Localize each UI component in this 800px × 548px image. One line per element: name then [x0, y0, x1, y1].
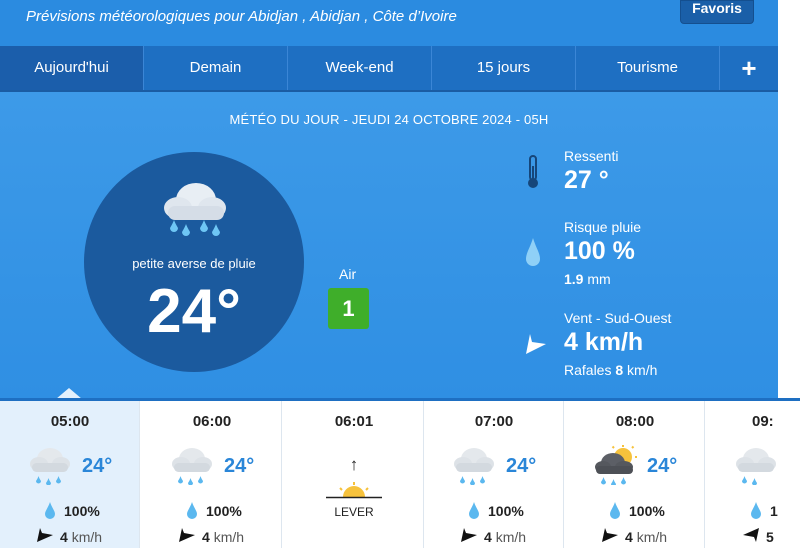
sun-cloud-rain-icon: [595, 445, 637, 485]
tab-tourism[interactable]: Tourisme: [576, 46, 720, 90]
rain-risk-value: 100 %: [564, 237, 635, 265]
hour-wind: 4 km/h: [60, 529, 103, 545]
hour-time: 06:00: [192, 413, 232, 430]
hour-time: 08:00: [615, 413, 655, 430]
raindrop-icon: [610, 502, 620, 519]
raindrop-icon: [45, 502, 55, 519]
hour-rain-probability: 100%: [64, 503, 100, 519]
raindrop-icon: [187, 502, 197, 519]
hour-rain-probability: 100%: [488, 503, 524, 519]
cloud-rain-icon: [172, 448, 212, 485]
hour-rain-probability: 100%: [206, 503, 242, 519]
raindrop-icon: [526, 238, 540, 266]
hour-temperature: 24°: [647, 455, 678, 477]
sunrise-label: LEVER: [334, 505, 374, 519]
hour-rain-probability: 100%: [629, 503, 665, 519]
favorites-button[interactable]: Favoris: [680, 0, 754, 24]
thermometer-icon: [528, 155, 538, 188]
hourly-forecast: 05:00 24° 100% 4 km/h 06:00 24° 100% 4 k…: [0, 398, 800, 548]
rain-amount: 1.9 mm: [564, 271, 611, 287]
hour-time: 05:00: [50, 413, 90, 430]
cloud-rain-icon: [30, 448, 70, 485]
today-panel: MÉTÉO DU JOUR - JEUDI 24 OCTOBRE 2024 - …: [0, 92, 778, 398]
cloud-rain-icon: [454, 448, 494, 485]
air-quality-badge[interactable]: 1: [328, 288, 369, 329]
feels-like-label: Ressenti: [564, 148, 619, 164]
current-weather-circle: petite averse de pluie 24°: [84, 152, 304, 372]
hour-rain-probability: 1: [770, 503, 778, 519]
wind-direction-icon: [179, 528, 195, 542]
tab-today[interactable]: Aujourd'hui: [0, 46, 144, 90]
wind-value: 4 km/h: [564, 328, 644, 356]
date-line: MÉTÉO DU JOUR - JEUDI 24 OCTOBRE 2024 - …: [229, 112, 549, 127]
cloud-rain-icon: [736, 448, 776, 485]
hour-wind: 4 km/h: [202, 529, 245, 545]
header-bar: Prévisions météorologiques pour Abidjan …: [0, 0, 778, 46]
tab-15-days[interactable]: 15 jours: [432, 46, 576, 90]
current-temperature: 24°: [147, 277, 241, 346]
cloud-rain-icon: [164, 183, 226, 236]
tab-more-button[interactable]: +: [720, 46, 778, 90]
feels-like-value: 27 °: [564, 166, 609, 194]
page-title: Prévisions météorologiques pour Abidjan …: [26, 8, 457, 25]
raindrop-icon: [469, 502, 479, 519]
air-quality-label: Air: [339, 266, 357, 282]
wind-label: Vent - Sud-Ouest: [564, 310, 672, 326]
hour-wind: 5: [766, 529, 774, 545]
raindrop-icon: [751, 502, 761, 519]
hour-temperature: 24°: [224, 455, 255, 477]
hour-wind: 4 km/h: [625, 529, 668, 545]
hour-time: 07:00: [474, 413, 514, 430]
wind-direction-icon: [743, 528, 759, 542]
hour-temperature: 24°: [506, 455, 537, 477]
sunrise-icon: [326, 482, 382, 499]
tab-weekend[interactable]: Week-end: [288, 46, 432, 90]
wind-direction-icon: [526, 334, 546, 354]
hour-item[interactable]: 05:00 24° 100% 4 km/h: [0, 401, 140, 548]
rain-risk-label: Risque pluie: [564, 219, 642, 235]
hour-wind: 4 km/h: [484, 529, 527, 545]
hour-time: 06:01: [334, 413, 374, 430]
wind-direction-icon: [461, 528, 477, 542]
condition-text: petite averse de pluie: [132, 256, 256, 271]
hour-item[interactable]: 09: 1 5: [706, 401, 800, 548]
up-arrow-icon: ↑: [349, 455, 359, 474]
hour-temperature: 24°: [82, 455, 113, 477]
hour-item[interactable]: 07:00 24° 100% 4 km/h: [424, 401, 564, 548]
gusts: Rafales 8 km/h: [564, 362, 658, 378]
hour-time: 09:: [752, 413, 774, 430]
hour-item[interactable]: 08:00 24° 100% 4 km/h: [565, 401, 705, 548]
forecast-tabs: Aujourd'hui Demain Week-end 15 jours Tou…: [0, 46, 778, 92]
hour-item-sunrise[interactable]: 06:01 ↑ LEVER: [284, 401, 424, 548]
hour-item[interactable]: 06:00 24° 100% 4 km/h: [142, 401, 282, 548]
wind-direction-icon: [602, 528, 618, 542]
wind-direction-icon: [37, 528, 53, 542]
tab-tomorrow[interactable]: Demain: [144, 46, 288, 90]
